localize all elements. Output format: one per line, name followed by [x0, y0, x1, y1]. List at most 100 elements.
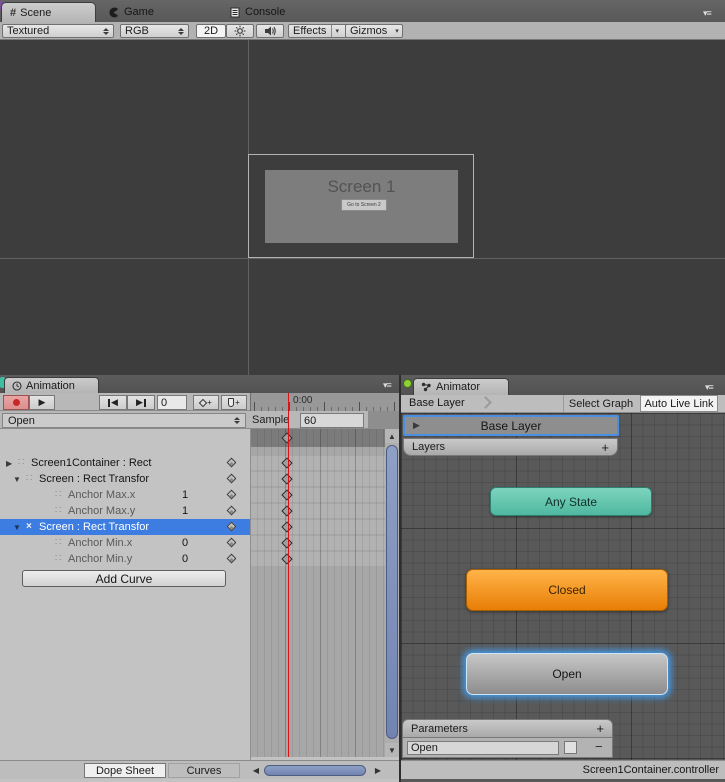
h-scroll-right-button[interactable]: ▶: [372, 764, 384, 777]
anim-row-anchor-min-x[interactable]: ∷ Anchor Min.x 0: [0, 535, 250, 551]
toggle-2d-label: 2D: [204, 25, 218, 37]
plus-icon: +: [207, 398, 212, 407]
timeline-ruler[interactable]: 0:00: [250, 393, 399, 411]
current-frame-field[interactable]: 0: [157, 395, 187, 410]
animator-toolbar: Base Layer Select Graph Auto Live Link: [401, 395, 725, 413]
add-curve-button[interactable]: Add Curve: [22, 570, 226, 587]
vertical-scroll-thumb[interactable]: [386, 445, 398, 739]
animation-control-bar: ▶ ◀ ▶ 0 + +: [0, 393, 250, 411]
expand-arrow-icon[interactable]: ▼: [13, 520, 21, 536]
live-link-status-dot: [403, 379, 412, 388]
add-layer-icon[interactable]: +: [601, 440, 609, 455]
layers-header-label: Layers: [412, 441, 445, 453]
animation-panel-menu-icon[interactable]: ▾≡: [383, 380, 391, 391]
clip-selector-dropdown[interactable]: Open: [2, 413, 246, 428]
row-key-diamond-icon[interactable]: [227, 554, 237, 564]
play-button[interactable]: ▶: [29, 395, 55, 410]
animator-panel: Animator ▾≡ Base Layer Select Graph Auto…: [401, 375, 725, 782]
timeline-playhead[interactable]: [288, 393, 289, 757]
parameter-name-field[interactable]: Open: [407, 741, 559, 755]
tab-console[interactable]: Console: [230, 3, 285, 21]
animator-icon: [421, 382, 432, 392]
add-event-button[interactable]: +: [221, 395, 247, 410]
scene-view[interactable]: Screen 1 Go to Screen 2: [0, 40, 725, 375]
scene-lighting-button[interactable]: [226, 24, 254, 38]
anim-row-screen-rect-1[interactable]: ▼ ∷ Screen : Rect Transfor: [0, 471, 250, 487]
row-label: Anchor Min.y: [68, 551, 132, 567]
add-keyframe-button[interactable]: +: [193, 395, 219, 410]
row-key-diamond-icon[interactable]: [227, 538, 237, 548]
tab-game[interactable]: Game: [108, 3, 154, 21]
vertical-scrollbar[interactable]: ▲ ▼: [385, 429, 399, 757]
row-key-diamond-icon[interactable]: [227, 474, 237, 484]
state-closed[interactable]: Closed: [466, 569, 668, 611]
dope-sheet-tab[interactable]: Dope Sheet: [84, 763, 166, 778]
breadcrumb-base-layer[interactable]: Base Layer: [409, 397, 465, 409]
controller-name-label: Screen1Container.controller: [583, 764, 719, 776]
breadcrumb-chevron-icon: [479, 396, 492, 409]
row-key-diamond-icon[interactable]: [227, 506, 237, 516]
row-value: 1: [182, 487, 188, 503]
scene-audio-button[interactable]: [256, 24, 284, 38]
scroll-down-button[interactable]: ▼: [385, 743, 399, 757]
layers-header[interactable]: Layers +: [403, 438, 618, 456]
horizontal-scroll-thumb[interactable]: [264, 765, 366, 776]
ruler-time-label: 0:00: [293, 395, 312, 406]
anim-row-screen-rect-2-selected[interactable]: ▼ × Screen : Rect Transfor: [0, 519, 250, 535]
scene-toolbar: Textured RGB 2D Effects ▾ Gizmos ▾ ▾: [0, 22, 725, 40]
goto-screen2-button[interactable]: Go to Screen 2: [341, 199, 387, 211]
layer-base-layer[interactable]: ▶ Base Layer: [403, 415, 619, 436]
row-label: Anchor Max.x: [68, 487, 135, 503]
shading-mode-dropdown[interactable]: Textured: [2, 24, 114, 38]
goto-screen2-label: Go to Screen 2: [347, 202, 381, 208]
tab-scene[interactable]: # Scene: [1, 2, 96, 22]
toggle-2d-button[interactable]: 2D: [196, 24, 226, 38]
row-key-diamond-icon[interactable]: [227, 522, 237, 532]
row-value: 0: [182, 535, 188, 551]
tab-animation[interactable]: Animation: [4, 377, 99, 393]
goto-first-frame-button[interactable]: ◀: [99, 395, 127, 410]
state-machine-graph[interactable]: ▶ Base Layer Layers + Any State Closed O…: [401, 413, 725, 760]
row-key-diamond-icon[interactable]: [227, 490, 237, 500]
sample-label: Sample: [252, 414, 289, 426]
dopesheet-area[interactable]: [250, 429, 385, 757]
row-key-diamond-icon[interactable]: [227, 458, 237, 468]
parameter-bool-checkbox[interactable]: [564, 741, 577, 754]
curves-label: Curves: [187, 765, 222, 777]
tab-animation-label: Animation: [26, 380, 75, 392]
record-button[interactable]: [3, 395, 29, 410]
animator-panel-menu-icon[interactable]: ▾≡: [705, 382, 713, 393]
auto-live-link-button[interactable]: Auto Live Link: [640, 395, 718, 412]
scroll-up-button[interactable]: ▲: [385, 429, 399, 443]
state-open-selected[interactable]: Open: [466, 653, 668, 695]
parameter-row: Open −: [402, 738, 613, 758]
unity-editor-window: # Scene Game Console ▾≡ Textured RGB 2D: [0, 0, 725, 782]
parameters-header[interactable]: Parameters +: [402, 719, 613, 738]
anim-row-anchor-max-y[interactable]: ∷ Anchor Max.y 1: [0, 503, 250, 519]
next-icon: ▶: [136, 397, 143, 408]
h-scroll-left-button[interactable]: ◀: [250, 764, 262, 777]
anim-row-anchor-max-x[interactable]: ∷ Anchor Max.x 1: [0, 487, 250, 503]
sample-rate-field[interactable]: 60: [300, 413, 364, 428]
state-any-state[interactable]: Any State: [490, 487, 652, 516]
screen1-panel[interactable]: Screen 1 Go to Screen 2: [265, 170, 458, 243]
parameter-name-value: Open: [411, 742, 438, 754]
select-graph-button[interactable]: Select Graph: [563, 395, 638, 412]
add-parameter-icon[interactable]: +: [596, 721, 604, 736]
gizmos-dropdown[interactable]: Gizmos ▾: [345, 24, 403, 38]
anim-row-screen1container[interactable]: ▶ ∷ Screen1Container : Rect: [0, 455, 250, 471]
record-dot-icon: [13, 399, 20, 406]
tab-animator[interactable]: Animator: [413, 378, 509, 395]
scene-panel-menu-icon[interactable]: ▾≡: [703, 8, 711, 19]
expand-arrow-icon[interactable]: ▼: [13, 472, 21, 488]
render-channels-dropdown[interactable]: RGB: [120, 24, 189, 38]
curves-tab[interactable]: Curves: [168, 763, 240, 778]
parameters-header-label: Parameters: [411, 723, 468, 735]
layer-name-label: Base Layer: [405, 419, 617, 433]
goto-last-frame-button[interactable]: ▶: [127, 395, 155, 410]
layer-foldout-icon[interactable]: ▶: [413, 420, 420, 431]
dope-sheet-label: Dope Sheet: [96, 765, 154, 777]
expand-arrow-icon[interactable]: ▶: [6, 456, 12, 472]
remove-parameter-icon[interactable]: −: [595, 739, 603, 754]
anim-row-anchor-min-y[interactable]: ∷ Anchor Min.y 0: [0, 551, 250, 567]
